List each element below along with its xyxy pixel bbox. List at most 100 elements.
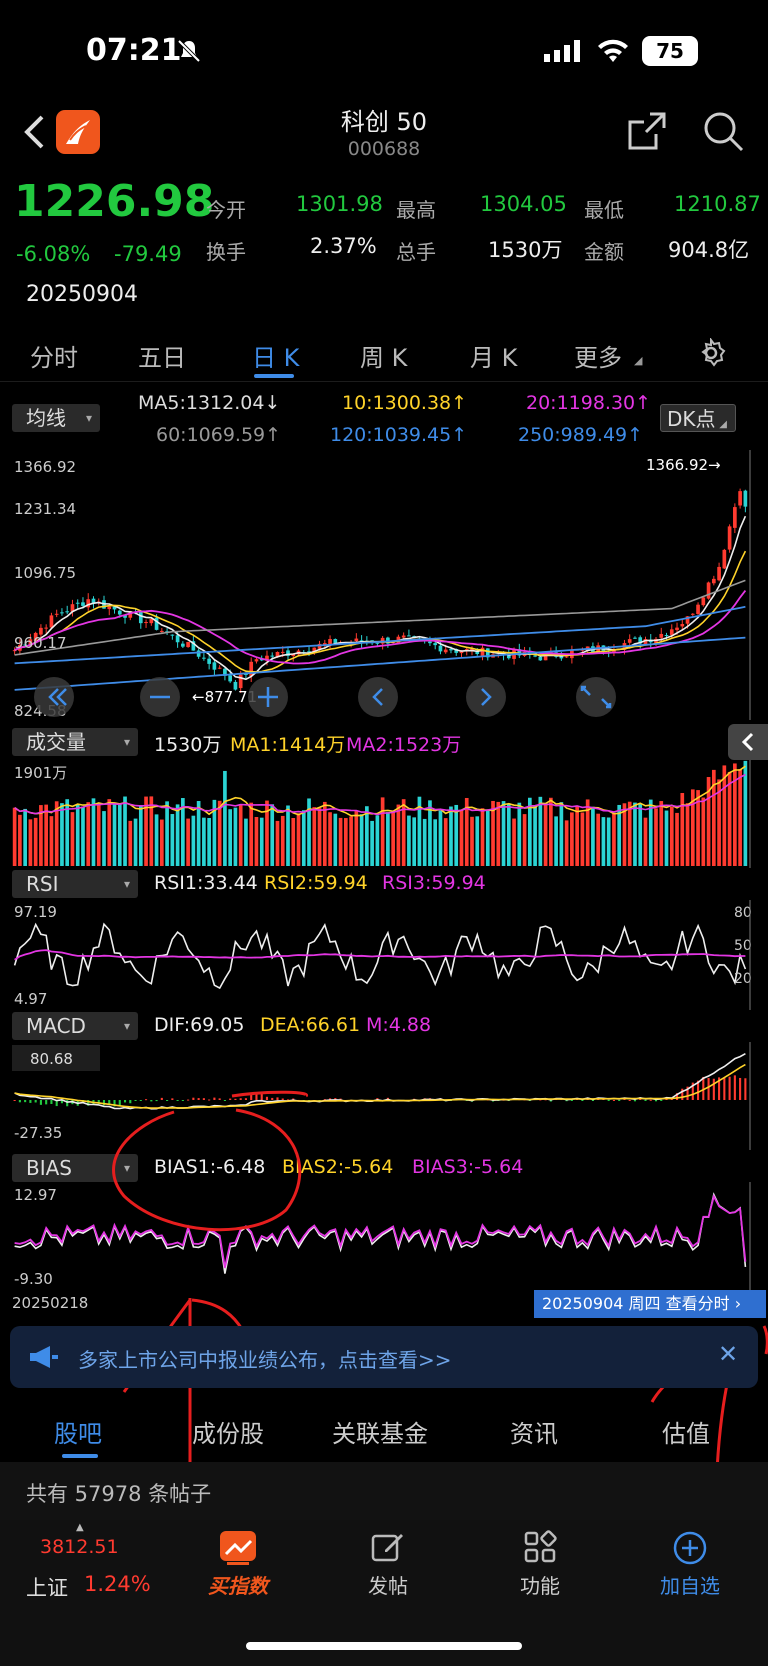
volume-bar (107, 799, 112, 866)
tab-news[interactable]: 资讯 (510, 1414, 558, 1449)
volume-bar (312, 807, 317, 866)
low-label: ←877.71 (192, 688, 257, 706)
buy-index-label: 买指数 (208, 1574, 268, 1598)
field-label: 最低 (584, 198, 624, 222)
change-value: -79.49 (114, 242, 182, 266)
field-label: 总手 (396, 240, 436, 264)
settings-icon[interactable] (696, 337, 726, 372)
volume-bar (333, 813, 338, 866)
volume-bar (117, 803, 122, 866)
ma5-line (14, 515, 747, 681)
candle-body (144, 622, 148, 624)
volume-bar (738, 769, 742, 866)
field-label: 最高 (396, 198, 436, 222)
tab-related-funds[interactable]: 关联基金 (332, 1414, 428, 1449)
add-watchlist-label: 加自选 (660, 1574, 720, 1598)
volume-bar (612, 813, 616, 866)
volume-bar (228, 809, 233, 866)
volume-bar (496, 801, 501, 866)
edit-icon (328, 1530, 448, 1570)
tab-intraday[interactable]: 分时 (30, 338, 78, 373)
rsi-dropdown-label: RSI (26, 872, 59, 896)
candle-body (680, 624, 685, 627)
tab-daily-k[interactable]: 日 K (252, 338, 299, 373)
volume-bar (301, 810, 306, 866)
tab-5day[interactable]: 五日 (138, 338, 186, 373)
collapse-icon[interactable] (728, 724, 768, 760)
candle-body (711, 578, 716, 584)
volume-bar (275, 820, 280, 866)
share-icon[interactable] (626, 110, 668, 156)
field-value-turnover: 2.37% (310, 234, 377, 258)
candle-body (170, 634, 175, 636)
volume-bar (233, 807, 238, 866)
fullscreen-icon (576, 677, 616, 717)
volume-bar (370, 820, 374, 866)
trend-up-icon (178, 1530, 298, 1570)
active-tab-indicator (254, 374, 294, 378)
close-icon[interactable]: ✕ (718, 1340, 738, 1368)
y-tick: 20 (734, 971, 752, 987)
macd-dropdown[interactable]: MACD ▾ (12, 1012, 138, 1040)
volume-bar (606, 817, 611, 866)
tab-monthly-k[interactable]: 月 K (470, 338, 517, 373)
battery-icon: 75 (642, 36, 698, 66)
rsi-dropdown[interactable]: RSI ▾ (12, 870, 138, 898)
candle-body (202, 657, 206, 659)
post-button[interactable]: 发帖 (328, 1530, 448, 1599)
candle-body (207, 658, 211, 664)
volume-bar (375, 815, 380, 866)
volume-bar (654, 808, 658, 866)
wifi-icon (596, 38, 630, 68)
tab-more[interactable]: 更多 (574, 338, 622, 373)
dk-button-label: DK点 (667, 407, 716, 431)
candle-body (238, 674, 243, 689)
volume-bar (133, 818, 138, 866)
volume-bar (664, 810, 669, 866)
add-watchlist-button[interactable]: 加自选 (630, 1530, 750, 1599)
tab-constituents[interactable]: 成份股 (192, 1414, 264, 1449)
tab-valuation[interactable]: 估值 (662, 1414, 710, 1449)
volume-bar (207, 818, 211, 866)
y-tick: 1366.92 (14, 458, 76, 476)
volume-bar (217, 800, 222, 866)
volume-ma2: MA2:1523万 (346, 734, 462, 756)
buy-index-button[interactable]: 买指数 (178, 1530, 298, 1599)
volume-dropdown[interactable]: 成交量 ▾ (12, 728, 138, 756)
search-icon[interactable] (702, 110, 744, 156)
volume-bar (33, 817, 38, 866)
field-value-amount: 904.8亿 (668, 238, 750, 262)
volume-bar (49, 816, 54, 866)
volume-bar (191, 815, 196, 866)
candle-body (706, 582, 711, 599)
index-ticker[interactable]: ▲ 3812.51 上证 1.24% (0, 1520, 160, 1620)
y-tick: 1096.75 (14, 564, 76, 582)
volume-bar (501, 801, 506, 866)
rsi3-value: RSI3:59.94 (382, 872, 486, 894)
volume-bar (317, 808, 322, 866)
functions-button[interactable]: 功能 (480, 1530, 600, 1599)
volume-bar (291, 818, 296, 866)
tab-weekly-k[interactable]: 周 K (360, 338, 407, 373)
field-label: 换手 (206, 240, 246, 264)
notice-banner[interactable]: 多家上市公司中报业绩公布，点击查看>> ✕ (10, 1326, 758, 1388)
ma10-label: 10:1300.38↑ (342, 392, 468, 414)
candle-body (217, 667, 222, 669)
volume-bar (86, 802, 91, 866)
ma-dropdown[interactable]: 均线 ▾ (12, 404, 100, 432)
period-tabs: 分时 五日 日 K 周 K 月 K 更多 ◢ (0, 320, 768, 382)
kline-chart[interactable]: 1366.92 1231.34 1096.75 960.17 824.58 13… (0, 450, 768, 720)
candle-body (738, 491, 742, 506)
volume-bar (596, 813, 601, 866)
volume-bar (638, 803, 643, 866)
tab-forum[interactable]: 股吧 (54, 1414, 102, 1449)
volume-bar (438, 810, 443, 866)
lower-tab-indicator (62, 1454, 98, 1458)
quote-panel: 1226.98 -6.08% -79.49 20250904 今开 1301.9… (0, 172, 768, 318)
volume-bar (238, 804, 243, 866)
dk-point-button[interactable]: DK点 ◢ (660, 404, 736, 432)
ma60-label: 60:1069.59↑ (156, 424, 282, 446)
volume-bar (286, 805, 290, 866)
y-tick: 80 (734, 905, 752, 921)
y-tick: 1231.34 (14, 500, 76, 518)
